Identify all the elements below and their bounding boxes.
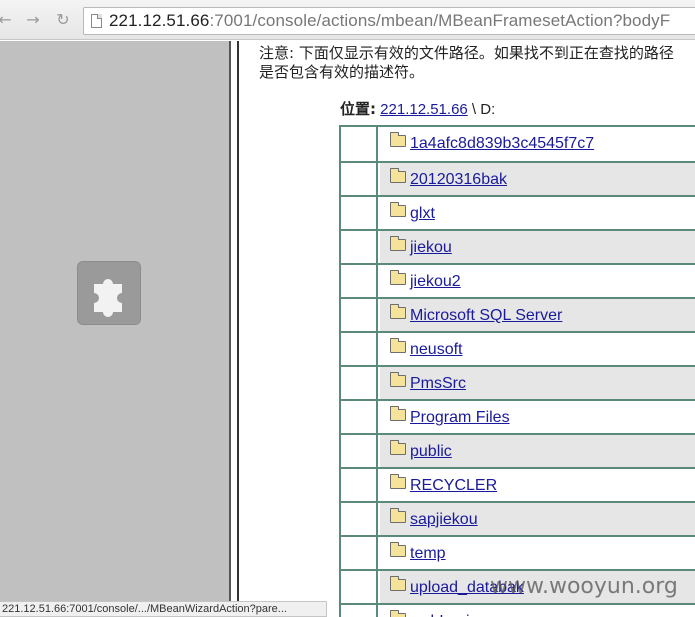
browser-toolbar: ← → ↻ 221.12.51.66:7001/console/actions/… bbox=[0, 0, 695, 40]
folder-link[interactable]: jiekou2 bbox=[410, 273, 461, 291]
row-blank-cell bbox=[341, 605, 378, 617]
folder-link[interactable]: jiekou bbox=[410, 239, 452, 257]
folder-icon bbox=[390, 474, 406, 489]
table-row: sapjiekou bbox=[341, 501, 695, 535]
row-blank-cell bbox=[341, 537, 378, 569]
table-row: Microsoft SQL Server bbox=[341, 297, 695, 331]
folder-icon bbox=[390, 610, 406, 617]
row-blank-cell bbox=[341, 367, 378, 399]
folder-link[interactable]: PmsSrc bbox=[410, 375, 466, 393]
url-host: 221.12.51.66 bbox=[109, 11, 210, 30]
folder-cell: jiekou bbox=[380, 231, 695, 263]
table-row: 1a4afc8d839b3c4545f7c7 bbox=[341, 127, 695, 161]
folder-link[interactable]: neusoft bbox=[410, 341, 462, 359]
table-row: webLogic bbox=[341, 603, 695, 617]
folder-link[interactable]: sapjiekou bbox=[410, 511, 478, 529]
folder-icon bbox=[390, 304, 406, 319]
address-bar[interactable]: 221.12.51.66:7001/console/actions/mbean/… bbox=[83, 7, 695, 35]
folder-link[interactable]: 1a4afc8d839b3c4545f7c7 bbox=[410, 135, 594, 153]
frame-divider[interactable] bbox=[229, 41, 247, 617]
folder-link[interactable]: webLogic bbox=[410, 613, 478, 617]
table-row: neusoft bbox=[341, 331, 695, 365]
folder-cell: temp bbox=[380, 537, 695, 569]
watermark: www.wooyun.org bbox=[490, 574, 678, 599]
url-path: :7001/console/actions/mbean/MBeanFramese… bbox=[209, 11, 671, 30]
folder-cell: 20120316bak bbox=[380, 163, 695, 195]
folder-cell: Program Files bbox=[380, 401, 695, 433]
notice-line-2: 是否包含有效的描述符。 bbox=[259, 63, 425, 81]
folder-link[interactable]: public bbox=[410, 443, 452, 461]
table-row: 20120316bak bbox=[341, 161, 695, 195]
table-row: RECYCLER bbox=[341, 467, 695, 501]
row-blank-cell bbox=[341, 265, 378, 297]
location-drive: \ D: bbox=[467, 101, 496, 118]
row-blank-cell bbox=[341, 571, 378, 603]
folder-cell: public bbox=[380, 435, 695, 467]
row-blank-cell bbox=[341, 231, 378, 263]
row-blank-cell bbox=[341, 299, 378, 331]
location-breadcrumb: 位置: 221.12.51.66 \ D: bbox=[340, 98, 495, 119]
location-label: 位置: bbox=[340, 100, 376, 118]
folder-cell: glxt bbox=[380, 197, 695, 229]
folder-link[interactable]: glxt bbox=[410, 205, 435, 223]
page-icon bbox=[91, 14, 102, 28]
row-blank-cell bbox=[341, 163, 378, 195]
table-row: PmsSrc bbox=[341, 365, 695, 399]
location-host-link[interactable]: 221.12.51.66 bbox=[380, 101, 468, 118]
folder-icon bbox=[390, 338, 406, 353]
row-blank-cell bbox=[341, 469, 378, 501]
folder-link[interactable]: temp bbox=[410, 545, 446, 563]
folder-table: 1a4afc8d839b3c4545f7c7 20120316bak glxt jie… bbox=[339, 125, 695, 617]
row-blank-cell bbox=[341, 401, 378, 433]
table-row: jiekou bbox=[341, 229, 695, 263]
folder-cell: RECYCLER bbox=[380, 469, 695, 501]
row-blank-cell bbox=[341, 503, 378, 535]
folder-icon bbox=[390, 406, 406, 421]
table-row: temp bbox=[341, 535, 695, 569]
address-url[interactable]: 221.12.51.66:7001/console/actions/mbean/… bbox=[109, 11, 670, 31]
folder-link[interactable]: 20120316bak bbox=[410, 171, 507, 189]
folder-icon bbox=[390, 508, 406, 523]
reload-icon[interactable]: ↻ bbox=[54, 10, 72, 30]
back-icon[interactable]: ← bbox=[0, 10, 14, 30]
folder-link[interactable]: Microsoft SQL Server bbox=[410, 307, 562, 325]
folder-icon bbox=[390, 132, 406, 147]
folder-cell: jiekou2 bbox=[380, 265, 695, 297]
row-blank-cell bbox=[341, 435, 378, 467]
folder-icon bbox=[390, 168, 406, 183]
table-row: Program Files bbox=[341, 399, 695, 433]
row-blank-cell bbox=[341, 333, 378, 365]
folder-cell: Microsoft SQL Server bbox=[380, 299, 695, 331]
status-bar-url: 221.12.51.66:7001/console/.../MBeanWizar… bbox=[0, 601, 327, 617]
folder-cell: 1a4afc8d839b3c4545f7c7 bbox=[380, 127, 695, 161]
folder-icon bbox=[390, 372, 406, 387]
folder-icon bbox=[390, 440, 406, 455]
forward-icon[interactable]: → bbox=[24, 10, 42, 30]
table-row: glxt bbox=[341, 195, 695, 229]
folder-icon bbox=[390, 236, 406, 251]
folder-icon bbox=[390, 202, 406, 217]
row-blank-cell bbox=[341, 127, 378, 161]
folder-link[interactable]: Program Files bbox=[410, 409, 510, 427]
folder-link[interactable]: RECYCLER bbox=[410, 477, 497, 495]
folder-icon bbox=[390, 270, 406, 285]
folder-cell: neusoft bbox=[380, 333, 695, 365]
folder-cell: sapjiekou bbox=[380, 503, 695, 535]
table-row: public bbox=[341, 433, 695, 467]
notice-line-1: 注意: 下面仅显示有效的文件路径。如果找不到正在查找的路径 bbox=[259, 44, 674, 62]
notice-text: 注意: 下面仅显示有效的文件路径。如果找不到正在查找的路径 是否包含有效的描述符… bbox=[259, 44, 695, 82]
table-row: jiekou2 bbox=[341, 263, 695, 297]
folder-cell: webLogic bbox=[380, 605, 695, 617]
folder-cell: PmsSrc bbox=[380, 367, 695, 399]
folder-icon bbox=[390, 542, 406, 557]
row-blank-cell bbox=[341, 197, 378, 229]
folder-icon bbox=[390, 576, 406, 591]
left-frame bbox=[0, 41, 229, 617]
puzzle-piece-icon bbox=[77, 261, 141, 325]
